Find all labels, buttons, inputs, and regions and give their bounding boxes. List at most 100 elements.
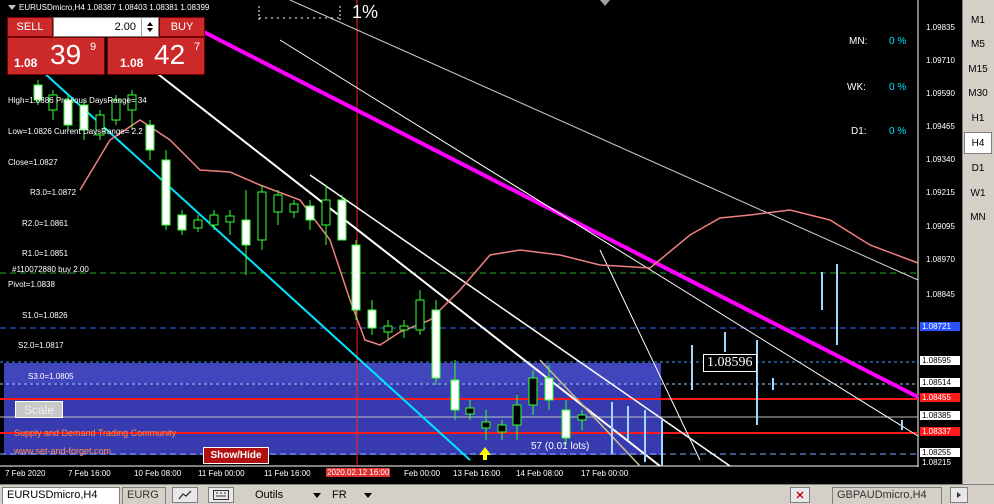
time-tick: 7 Feb 16:00 [68, 469, 111, 478]
tab-gbpaud[interactable]: GBPAUDmicro,H4 [832, 487, 942, 504]
candle-body [351, 244, 361, 311]
time-tick: Feb 00:00 [404, 469, 441, 478]
lots-label: 57 (0.01 lots) [531, 441, 590, 452]
pivot-line: S2.0=1.0817 [18, 341, 64, 351]
pivot-line: R3.0=1.0872 [30, 188, 77, 198]
price-axis: 1.09835 1.09710 1.09590 1.09465 1.09340 … [918, 0, 962, 467]
d1-value: 0 % [889, 126, 907, 137]
candle-body [450, 379, 460, 411]
price-tag: 1.08337 [920, 427, 960, 436]
price-box-label: 1.08596 [703, 354, 757, 372]
price-tick: 1.09095 [926, 222, 955, 231]
timeframe-h1[interactable]: H1 [964, 107, 992, 129]
candle-body [577, 414, 587, 421]
community-text: Supply and Demand Trading Community [14, 428, 177, 438]
one-click-trading-panel: SELL 2.00 BUY 1.08 39 9 1.08 42 7 [7, 17, 205, 75]
menu-outils[interactable]: Outils [255, 489, 283, 501]
time-tick: 14 Feb 08:00 [516, 469, 564, 478]
pivot-info: High=1.0886 Previous DaysRange= 34 Low=1… [8, 76, 147, 392]
candle-body [367, 309, 377, 329]
tab-eurgbp[interactable]: EURG [122, 487, 166, 504]
price-tag: 1.08595 [920, 356, 960, 365]
chart-tab-bar: EURUSDmicro,H4 EURG Outils FR GBPAUDmicr… [0, 484, 994, 504]
price-tick: 1.09590 [926, 89, 955, 98]
candle-body [321, 199, 331, 226]
pivot-line: R2.0=1.0861 [22, 218, 69, 228]
pivot-line: S1.0=1.0826 [22, 310, 68, 320]
timeframe-mn[interactable]: MN [964, 206, 992, 228]
symbol-title: EURUSDmicro,H4 1.08387 1.08403 1.08381 1… [8, 3, 209, 12]
candle-body [383, 325, 393, 333]
sell-button[interactable]: SELL [7, 17, 53, 37]
timeframe-d1[interactable]: D1 [964, 157, 992, 179]
pivot-line: Pivot=1.0838 [8, 280, 55, 290]
scale-button[interactable]: Scale [15, 401, 63, 418]
timeframe-w1[interactable]: W1 [964, 182, 992, 204]
time-tick: 7 Feb 2020 [5, 469, 46, 478]
time-tick: 17 Feb 00:00 [581, 469, 629, 478]
wk-label: WK: [847, 82, 866, 93]
candle-body [337, 199, 347, 241]
candle-body [399, 325, 409, 331]
candle-body [161, 159, 171, 226]
price-tag: 1.08255 [920, 448, 960, 457]
dropdown-icon [8, 5, 16, 10]
menu-language[interactable]: FR [332, 489, 347, 501]
candle-body [145, 124, 155, 151]
community-url[interactable]: www.set-and-forget.com [14, 446, 111, 456]
candle-body [289, 203, 299, 213]
chevron-down-icon[interactable] [313, 493, 321, 498]
candle-body [241, 219, 251, 246]
timeframe-m5[interactable]: M5 [964, 33, 992, 55]
ask-price-button[interactable]: 1.08 42 7 [107, 37, 205, 75]
show-hide-button[interactable]: Show/Hide [203, 447, 269, 464]
pivot-line: High=1.0886 Previous DaysRange= 34 [8, 96, 147, 106]
pivot-line: Low=1.0826 Current DaysRange= 2.2 [8, 127, 143, 137]
d1-label: D1: [851, 126, 867, 137]
bid-price-button[interactable]: 1.08 39 9 [7, 37, 105, 75]
timeframe-m15[interactable]: M15 [964, 58, 992, 80]
timeframe-m1[interactable]: M1 [964, 9, 992, 31]
tab-eurusd[interactable]: EURUSDmicro,H4 [2, 487, 120, 504]
price-tag: 1.08721 [920, 322, 960, 331]
chart-tool-icon[interactable] [172, 487, 198, 503]
price-tag: 1.08455 [920, 393, 960, 402]
candle-body [481, 421, 491, 429]
candle-body [465, 407, 475, 415]
scroll-right-icon[interactable] [950, 487, 968, 503]
pivot-line: S3.0=1.0805 [28, 371, 74, 381]
price-tag: 1.08514 [920, 378, 960, 387]
risk-label: 1% [352, 2, 379, 22]
close-icon[interactable] [790, 487, 810, 503]
price-tick: 1.09835 [926, 23, 955, 32]
candle-body [561, 409, 571, 439]
time-tick: 10 Feb 08:00 [134, 469, 182, 478]
candle-body [497, 424, 507, 433]
pivot-line: R1.0=1.0851 [22, 249, 69, 259]
candle-body [225, 215, 235, 223]
candle-body [257, 191, 267, 241]
time-tick: 11 Feb 16:00 [264, 469, 311, 478]
volume-stepper[interactable] [141, 18, 157, 36]
pivot-line: Close=1.0827 [8, 157, 58, 167]
time-axis: 7 Feb 2020 7 Feb 16:00 10 Feb 08:00 11 F… [0, 468, 918, 482]
candle-body [431, 309, 441, 379]
candle-body [415, 299, 425, 331]
candle-body [273, 194, 283, 213]
price-tick: 1.08845 [926, 290, 955, 299]
candle-body [305, 205, 315, 221]
candle-body [209, 214, 219, 226]
price-tag: 1.08385 [920, 411, 960, 420]
time-tick: 2020.02.12 16:00 [326, 468, 391, 477]
chevron-up-icon [146, 22, 153, 26]
timeframe-h4[interactable]: H4 [964, 132, 992, 154]
candle-body [544, 377, 554, 401]
chevron-down-icon[interactable] [364, 493, 372, 498]
candle-body [512, 404, 522, 426]
buy-button[interactable]: BUY [159, 17, 205, 37]
time-tick: 13 Feb 16:00 [453, 469, 501, 478]
candle-body [193, 219, 203, 229]
keyboard-icon[interactable] [208, 487, 234, 503]
timeframe-m30[interactable]: M30 [964, 82, 992, 104]
wk-value: 0 % [889, 82, 907, 93]
